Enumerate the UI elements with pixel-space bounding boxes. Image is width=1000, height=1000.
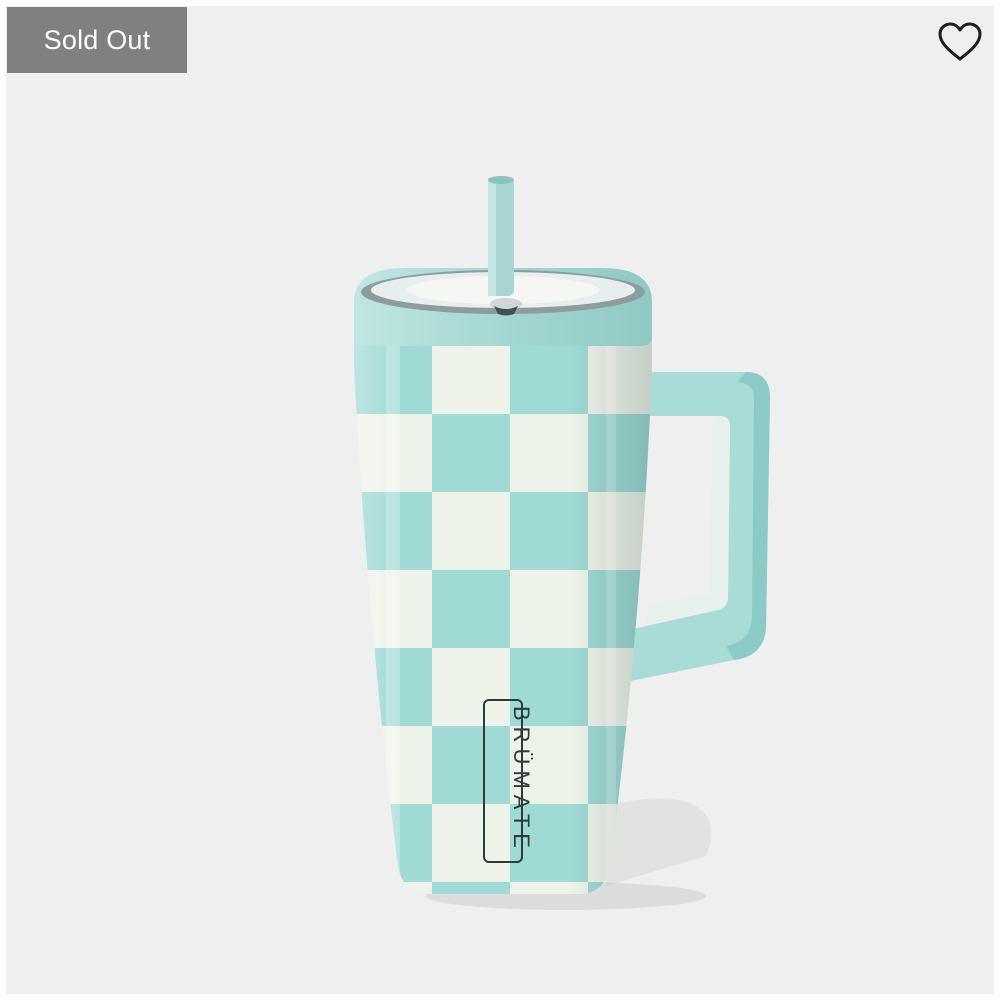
wishlist-button[interactable]: [934, 18, 986, 66]
brand-logo-text: BRÜMATE: [509, 706, 534, 854]
product-image-card[interactable]: BRÜMATE Sold Out: [6, 6, 994, 994]
heart-outline-icon: [938, 22, 982, 61]
sold-out-badge: Sold Out: [7, 7, 187, 73]
tumbler-straw: [488, 176, 514, 296]
product-image: BRÜMATE: [354, 176, 770, 910]
